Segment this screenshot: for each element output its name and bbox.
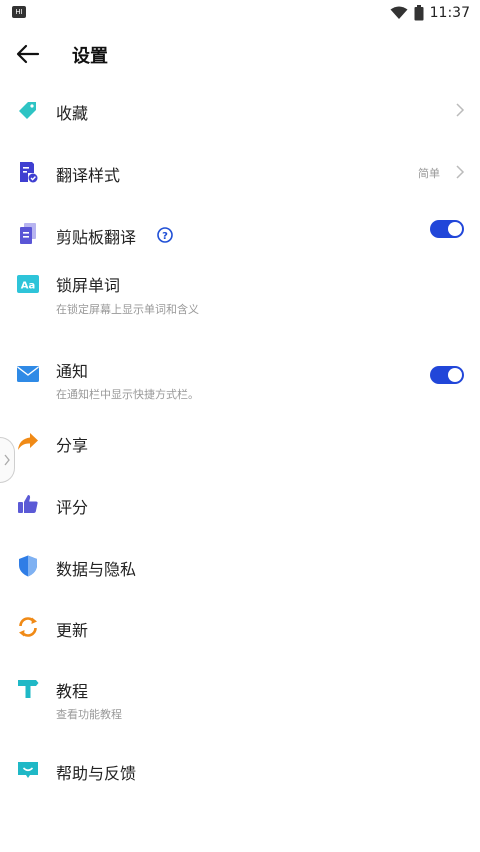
toggle-knob [448, 222, 462, 236]
settings-item-share[interactable]: 分享 [0, 420, 480, 464]
settings-item-description: 在锁定屏幕上显示单词和含义 [56, 303, 199, 316]
tag-icon [19, 102, 36, 119]
app-bar: 设置 [0, 30, 480, 78]
status-time: 11:37 [429, 5, 470, 21]
arrow-left-icon[interactable] [14, 40, 42, 68]
signpost-icon [18, 680, 39, 698]
svg-text:?: ? [162, 231, 168, 242]
question-circle-icon[interactable]: ? [157, 227, 173, 243]
settings-item-description: 在通知栏中显示快捷方式栏。 [56, 388, 199, 401]
settings-item-tutorial[interactable]: 教程 查看功能教程 [0, 672, 480, 728]
notification-toggle[interactable] [430, 366, 464, 384]
clipboard-icon [20, 223, 36, 244]
settings-item-rate[interactable]: 评分 [0, 482, 480, 526]
share-arrow-icon [18, 433, 38, 450]
refresh-icon [19, 617, 37, 637]
settings-item-label: 通知 [56, 362, 89, 381]
settings-item-data-privacy[interactable]: 数据与隐私 [0, 544, 480, 588]
settings-item-lockscreen-words[interactable]: Aa 锁屏单词 在锁定屏幕上显示单词和含义 [0, 266, 480, 326]
chevron-right-icon [4, 454, 10, 466]
settings-item-description: 查看功能教程 [56, 708, 122, 721]
translation-style-value: 简单 [418, 167, 440, 180]
settings-item-label: 评分 [56, 498, 89, 517]
settings-item-notification[interactable]: 通知 在通知栏中显示快捷方式栏。 [0, 352, 480, 412]
settings-item-label: 数据与隐私 [56, 560, 137, 579]
chevron-right-icon [456, 165, 465, 179]
document-check-icon [20, 162, 38, 183]
chat-bubble-icon [18, 762, 38, 778]
settings-item-update[interactable]: 更新 [0, 605, 480, 649]
settings-item-label: 帮助与反馈 [56, 764, 137, 783]
settings-item-clipboard-translate[interactable]: 剪贴板翻译 ? [0, 212, 480, 256]
settings-item-favorites[interactable]: 收藏 [0, 88, 480, 132]
edge-panel-handle[interactable] [0, 437, 15, 483]
svg-text:Aa: Aa [21, 281, 36, 292]
wifi-icon [390, 6, 408, 19]
settings-item-label: 收藏 [56, 104, 89, 123]
battery-icon [414, 5, 424, 21]
aa-text-icon: Aa [17, 275, 39, 293]
toggle-knob [448, 368, 462, 382]
notification-badge-icon: HI [12, 6, 26, 18]
settings-item-label: 分享 [56, 436, 89, 455]
shield-icon [19, 555, 37, 577]
page-title: 设置 [72, 46, 108, 67]
settings-item-help-feedback[interactable]: 帮助与反馈 [0, 748, 480, 792]
settings-item-translation-style[interactable]: 翻译样式 简单 [0, 150, 480, 194]
chevron-right-icon [456, 103, 465, 117]
settings-item-label: 翻译样式 [56, 166, 121, 185]
status-right: 11:37 [390, 3, 470, 23]
status-bar: HI 11:37 [0, 0, 480, 26]
clipboard-translate-toggle[interactable] [430, 220, 464, 238]
mail-icon [17, 366, 39, 382]
thumbs-up-icon [18, 495, 38, 513]
settings-item-label: 更新 [56, 621, 89, 640]
settings-item-label: 锁屏单词 [56, 276, 121, 295]
settings-item-label: 教程 [56, 682, 89, 701]
settings-item-label: 剪贴板翻译 [56, 228, 137, 247]
